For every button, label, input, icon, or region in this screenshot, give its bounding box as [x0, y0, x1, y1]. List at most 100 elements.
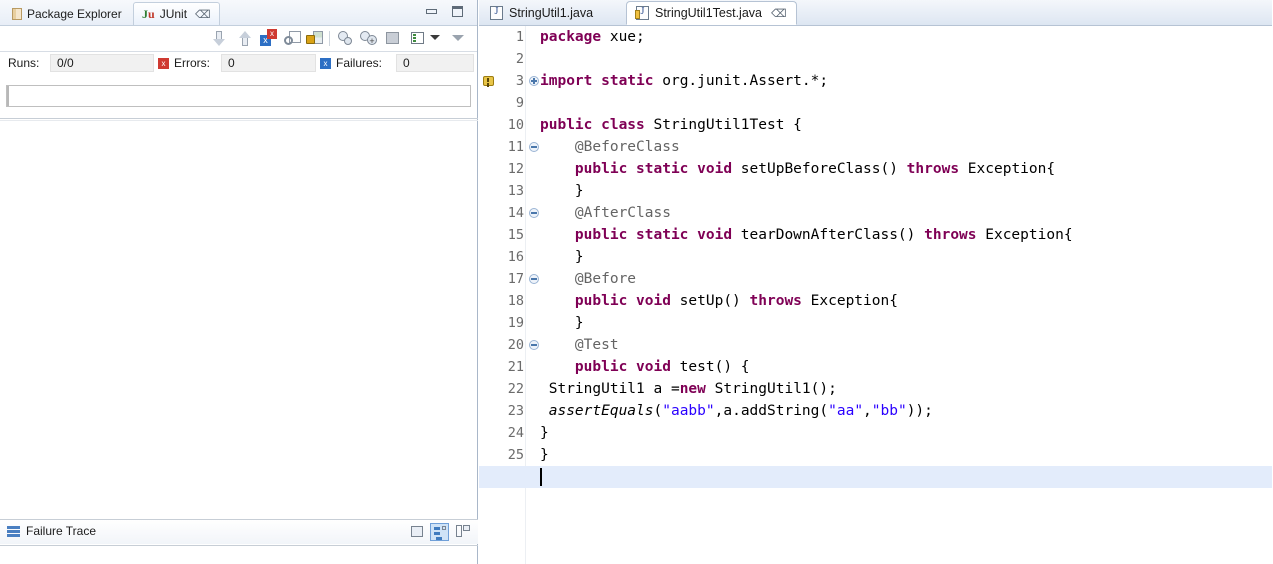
rerun-last-test-button[interactable]: [336, 29, 355, 48]
failure-icon: x: [320, 58, 331, 69]
code-token: import static: [540, 73, 654, 89]
copy-trace-icon: [408, 523, 427, 541]
java-file-dirty-icon: [635, 6, 649, 20]
code-token: org.junit.Assert.*;: [653, 73, 829, 89]
line-number: 1: [515, 29, 524, 45]
editor-tab-stringutil1[interactable]: StringUtil1.java: [481, 1, 602, 25]
filter-stack-trace-button[interactable]: [430, 523, 449, 541]
code-token: StringUtil1();: [705, 381, 837, 397]
junit-counters: Runs: 0/0 x Errors: 0 x Failures: 0: [0, 52, 477, 76]
view-tab-junit[interactable]: Ju JUnit ⌫: [133, 2, 220, 25]
rerun-icon: [283, 29, 302, 48]
line-number: 24: [507, 425, 524, 441]
next-failure-button[interactable]: [210, 29, 229, 48]
line-number: 21: [507, 359, 524, 375]
code-token: StringUtil1 a =: [540, 381, 680, 397]
code-token: }: [540, 249, 584, 265]
test-run-history-button[interactable]: [408, 29, 427, 48]
maximize-icon[interactable]: [451, 5, 465, 18]
runs-label: Runs:: [8, 56, 40, 70]
warning-icon[interactable]: [482, 74, 496, 88]
junit-icon: Ju: [142, 7, 155, 21]
lock-icon: [305, 29, 324, 48]
chevron-down-icon[interactable]: [430, 35, 440, 40]
code-token: "aa": [828, 403, 864, 419]
code-token: test() {: [670, 359, 750, 375]
code-token: @AfterClass: [540, 205, 671, 221]
code-token: }: [540, 425, 549, 441]
close-icon[interactable]: ⌫: [195, 8, 211, 21]
line-number: 17: [507, 271, 524, 287]
code-token: public class: [540, 117, 645, 133]
code-token: tearDownAfterClass(): [732, 227, 925, 243]
fold-collapse-icon[interactable]: [529, 274, 539, 284]
compare-result-button[interactable]: [453, 523, 472, 541]
code-token: @Before: [540, 271, 637, 287]
failures-value: 0: [396, 54, 474, 72]
line-number: 16: [507, 249, 524, 265]
rerun-test-button[interactable]: [283, 29, 302, 48]
code-token: }: [540, 447, 549, 463]
compare-layout-icon: [453, 523, 472, 541]
test-progress-bar: [6, 85, 471, 107]
code-token: @Test: [540, 337, 619, 353]
view-menu-icon[interactable]: [452, 35, 464, 41]
scroll-lock-button[interactable]: [305, 29, 324, 48]
code-token: public void: [574, 293, 671, 309]
editor-tab-label: StringUtil1Test.java: [655, 6, 762, 20]
code-line: public class StringUtil1Test {: [540, 114, 802, 136]
code-line: public static void setUpBeforeClass() th…: [540, 158, 1055, 180]
code-token: public void: [574, 359, 671, 375]
fold-collapse-icon[interactable]: [529, 142, 539, 152]
code-line: @BeforeClass: [540, 136, 680, 158]
code-editor[interactable]: 12391011121314151617181920212223242526 p…: [479, 26, 1273, 564]
rerun-failed-tests-button[interactable]: [359, 29, 378, 48]
editor-panel: StringUtil1.java StringUtil1Test.java ⌫ …: [479, 0, 1273, 564]
code-token: new: [679, 381, 706, 397]
fold-expand-icon[interactable]: [529, 76, 539, 86]
line-number: 20: [507, 337, 524, 353]
code-text-area[interactable]: package xue; import static org.junit.Asse…: [479, 26, 1273, 564]
close-icon[interactable]: ⌫: [771, 7, 787, 20]
show-console-button[interactable]: [383, 29, 402, 48]
code-line: }: [540, 312, 584, 334]
junit-toolbar: [0, 26, 477, 52]
code-line: import static org.junit.Assert.*;: [540, 70, 828, 92]
code-token: (: [653, 403, 663, 419]
filter-stack-icon: [431, 524, 448, 540]
show-failures-only-button[interactable]: [259, 29, 278, 48]
code-token: }: [540, 315, 584, 331]
code-token: public static void: [574, 227, 733, 243]
previous-failure-button[interactable]: [236, 29, 255, 48]
code-token: }: [540, 183, 584, 199]
code-token: package: [540, 29, 602, 45]
code-line: }: [540, 180, 584, 202]
copy-trace-button[interactable]: [408, 523, 427, 541]
console-icon: [383, 29, 402, 48]
error-icon: x: [158, 58, 169, 69]
code-line: @Before: [540, 268, 636, 290]
view-tab-package-explorer[interactable]: Package Explorer: [4, 2, 130, 25]
code-line: public void setUp() throws Exception{: [540, 290, 898, 312]
runs-value: 0/0: [50, 54, 154, 72]
eclipse-window: Package Explorer Ju JUnit ⌫ x x + Runs: …: [0, 0, 1273, 564]
code-token: throws: [924, 227, 977, 243]
test-results-tree[interactable]: [0, 121, 477, 521]
line-number: 11: [507, 139, 524, 155]
line-number: 9: [515, 95, 524, 111]
divider: [0, 118, 478, 119]
fold-collapse-icon[interactable]: [529, 340, 539, 350]
fold-collapse-icon[interactable]: [529, 208, 539, 218]
editor-tab-stringutil1test[interactable]: StringUtil1Test.java ⌫: [626, 1, 797, 25]
minimize-icon[interactable]: [425, 5, 439, 18]
errors-label: Errors:: [174, 56, 210, 70]
line-number: 3: [515, 73, 524, 89]
failures-filter-icon: [259, 29, 278, 48]
history-icon: [336, 29, 355, 48]
code-token: ,a.addString(: [714, 403, 829, 419]
failures-label: Failures:: [336, 56, 383, 70]
code-line: }: [540, 444, 549, 466]
